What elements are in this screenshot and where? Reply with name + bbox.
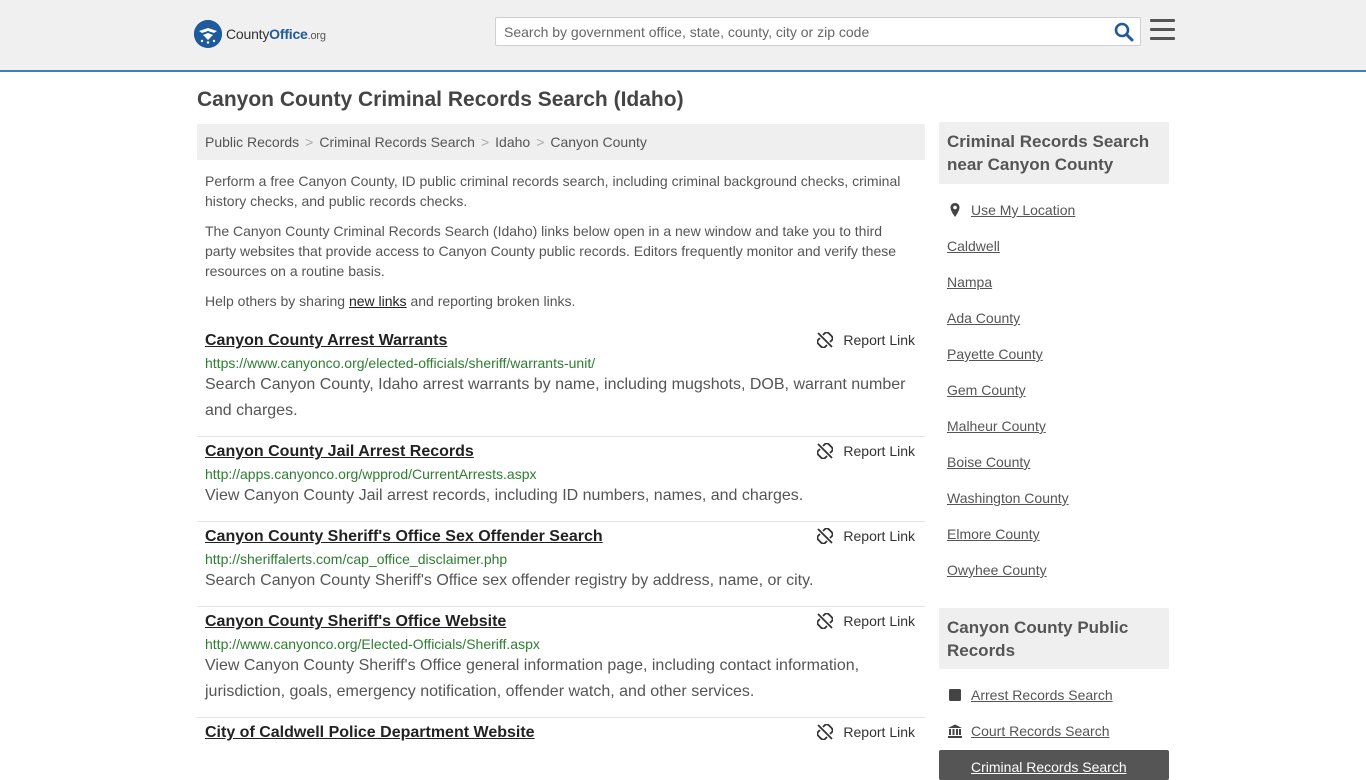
report-link-button[interactable]: Report Link: [817, 724, 915, 740]
nearby-link-boise-county[interactable]: Boise County: [947, 444, 1169, 480]
result-item: Canyon County Jail Arrest Records Report…: [197, 437, 925, 522]
nearby-list: Use My Location Caldwell Nampa Ada Count…: [947, 192, 1169, 588]
report-link-button[interactable]: Report Link: [817, 443, 915, 459]
nearby-link-washington-county[interactable]: Washington County: [947, 480, 1169, 516]
report-link-label: Report Link: [843, 332, 915, 348]
result-item: Canyon County Arrest Warrants Report Lin…: [197, 326, 925, 437]
result-title-link[interactable]: Canyon County Sheriff's Office Website: [205, 613, 506, 631]
page-title: Canyon County Criminal Records Search (I…: [197, 88, 684, 111]
court-records-search-link[interactable]: Court Records Search: [947, 713, 1169, 749]
breadcrumb-separator: >: [536, 134, 545, 150]
search-input[interactable]: [496, 18, 1096, 45]
report-link-button[interactable]: Report Link: [817, 528, 915, 544]
use-my-location-label: Use My Location: [971, 202, 1076, 218]
nearby-link-elmore-county[interactable]: Elmore County: [947, 516, 1169, 552]
report-link-button[interactable]: Report Link: [817, 332, 915, 348]
nearby-link-malheur-county[interactable]: Malheur County: [947, 408, 1169, 444]
breadcrumb: Public Records > Criminal Records Search > I…: [197, 124, 925, 160]
report-link-label: Report Link: [843, 724, 915, 740]
site-logo[interactable]: CountyOffice.org: [194, 20, 326, 48]
intro-paragraph: Perform a free Canyon County, ID public …: [205, 173, 901, 209]
breadcrumb-idaho[interactable]: Idaho: [495, 134, 530, 150]
logo-office: Office: [269, 26, 308, 42]
result-item: Canyon County Sheriff's Office Website R…: [197, 607, 925, 718]
broken-link-icon: [817, 613, 834, 629]
seal-icon: [194, 20, 222, 48]
result-description: Search Canyon County, Idaho arrest warra…: [205, 376, 906, 419]
result-url: http://www.canyonco.org/Elected-Official…: [205, 636, 540, 652]
square-icon: [949, 689, 961, 701]
result-description: Search Canyon County Sheriff's Office se…: [205, 572, 814, 589]
logo-tld: .org: [307, 30, 326, 42]
broken-link-icon: [817, 443, 834, 459]
hamburger-menu-icon[interactable]: [1150, 19, 1175, 42]
intro-paragraph: The Canyon County Criminal Records Searc…: [205, 223, 897, 279]
map-pin-icon: [950, 203, 960, 217]
report-link-label: Report Link: [843, 443, 915, 459]
result-url: http://apps.canyonco.org/wpprod/CurrentA…: [205, 466, 537, 482]
nearby-link-gem-county[interactable]: Gem County: [947, 372, 1169, 408]
result-url: https://www.canyonco.org/elected-officia…: [205, 355, 596, 371]
result-description: View Canyon County Sheriff's Office gene…: [205, 657, 860, 700]
nearby-heading: Criminal Records Search near Canyon Coun…: [939, 122, 1169, 184]
results-list: Canyon County Arrest Warrants Report Lin…: [197, 326, 925, 754]
broken-link-icon: [817, 724, 834, 740]
criminal-records-search-active-link[interactable]: Criminal Records Search: [939, 750, 1169, 780]
nearby-link-caldwell[interactable]: Caldwell: [947, 228, 1169, 264]
result-title-link[interactable]: Canyon County Arrest Warrants: [205, 332, 447, 350]
arrest-records-search-link[interactable]: Arrest Records Search: [947, 677, 1169, 713]
breadcrumb-separator: >: [480, 134, 490, 150]
logo-wordmark: CountyOffice.org: [226, 26, 326, 42]
active-link-label: Criminal Records Search: [971, 759, 1127, 775]
result-title-link[interactable]: City of Caldwell Police Department Websi…: [205, 724, 535, 742]
result-item: City of Caldwell Police Department Websi…: [197, 718, 925, 754]
breadcrumb-separator: >: [305, 134, 314, 150]
use-my-location-link[interactable]: Use My Location: [947, 192, 1169, 228]
nearby-link-payette-county[interactable]: Payette County: [947, 336, 1169, 372]
broken-link-icon: [817, 332, 834, 348]
intro-text: Perform a free Canyon County, ID public …: [205, 171, 917, 321]
breadcrumb-criminal-records[interactable]: Criminal Records Search: [319, 134, 475, 150]
nearby-link-ada-county[interactable]: Ada County: [947, 300, 1169, 336]
report-link-button[interactable]: Report Link: [817, 613, 915, 629]
public-records-list: Arrest Records Search Court Records Sear…: [947, 677, 1169, 749]
result-url: http://sheriffalerts.com/cap_office_disc…: [205, 551, 508, 567]
broken-link-icon: [817, 528, 834, 544]
breadcrumb-canyon-county[interactable]: Canyon County: [550, 134, 647, 150]
result-title-link[interactable]: Canyon County Sheriff's Office Sex Offen…: [205, 528, 603, 546]
site-header: CountyOffice.org: [0, 0, 1366, 72]
report-link-label: Report Link: [843, 528, 915, 544]
search-box: [495, 17, 1141, 46]
new-links-link[interactable]: new links: [349, 293, 407, 309]
logo-county: County: [226, 26, 270, 42]
report-link-label: Report Link: [843, 613, 915, 629]
nearby-link-nampa[interactable]: Nampa: [947, 264, 1169, 300]
public-records-heading: Canyon County Public Records: [939, 608, 1169, 669]
search-icon[interactable]: [1114, 22, 1134, 42]
result-item: Canyon County Sheriff's Office Sex Offen…: [197, 522, 925, 607]
nearby-link-owyhee-county[interactable]: Owyhee County: [947, 552, 1169, 588]
breadcrumb-public-records[interactable]: Public Records: [205, 134, 299, 150]
result-title-link[interactable]: Canyon County Jail Arrest Records: [205, 443, 474, 461]
result-description: View Canyon County Jail arrest records, …: [205, 487, 804, 504]
share-paragraph: Help others by sharing new links and rep…: [205, 293, 576, 309]
courthouse-icon: [948, 724, 962, 738]
